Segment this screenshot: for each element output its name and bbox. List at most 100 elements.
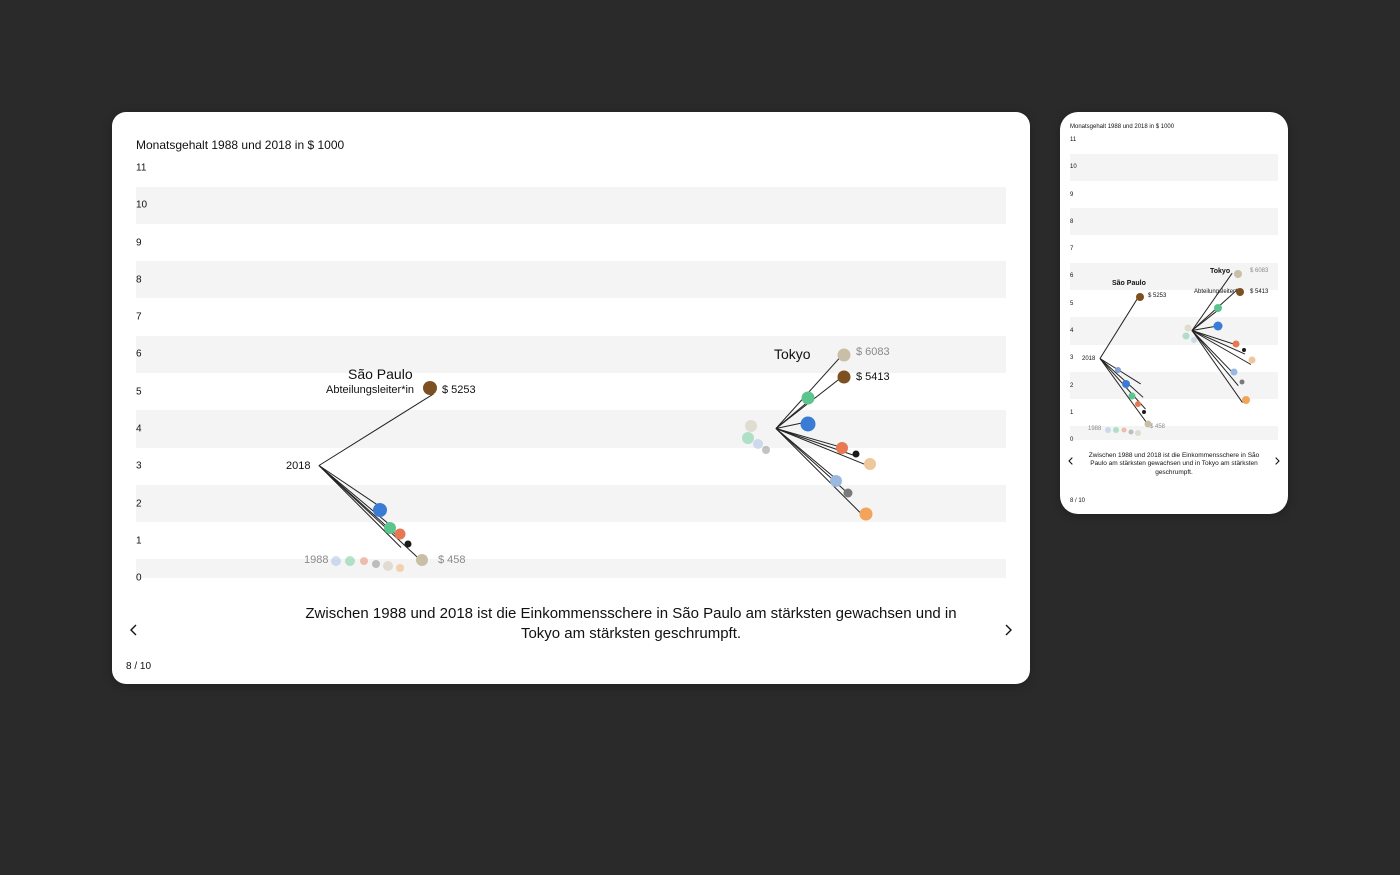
y-tick: 11	[136, 163, 146, 174]
city-label-tk-mobile: Tokyo	[1210, 268, 1230, 275]
tk-dot-orange	[860, 508, 873, 521]
sp-dot-abteilungsleiter	[423, 381, 437, 395]
tk-dot-red	[836, 442, 848, 454]
tk-dot-peach	[864, 458, 876, 470]
sp-dot-black	[405, 541, 412, 548]
val-tk-next-mobile: $ 5413	[1250, 289, 1268, 295]
prev-button[interactable]	[122, 618, 146, 642]
chevron-right-icon	[1002, 624, 1014, 636]
sp-dot-m	[1135, 401, 1141, 407]
prev-button-mobile[interactable]	[1064, 454, 1078, 468]
tk-dot-m	[1231, 369, 1238, 376]
tk-dot-lblue	[830, 475, 842, 487]
chart-caption: Zwischen 1988 und 2018 ist die Einkommen…	[292, 604, 970, 645]
chart-title: Monatsgehalt 1988 und 2018 in $ 1000	[136, 138, 344, 152]
desktop-preview: Monatsgehalt 1988 und 2018 in $ 1000 11 …	[112, 112, 1030, 684]
tk-dot-1988-m	[1191, 337, 1197, 343]
sp-dot-1988	[372, 560, 380, 568]
chart-title-mobile: Monatsgehalt 1988 und 2018 in $ 1000	[1070, 124, 1174, 130]
sp-dot-1988	[360, 557, 368, 565]
val-sp-mobile: $ 5253	[1148, 293, 1166, 299]
value-label-tokyo-next: $ 5413	[856, 371, 890, 383]
sp-dot-m	[1122, 380, 1130, 388]
y-tick: 9	[136, 237, 142, 248]
tk-dot-m	[1233, 341, 1240, 348]
tk-dot-top	[838, 349, 851, 362]
tk-dot-m	[1240, 380, 1245, 385]
sp-dot-1988-m	[1122, 428, 1127, 433]
y-tick: 10	[1070, 164, 1077, 170]
tk-dot-1988-m	[1185, 325, 1192, 332]
grid-stripe	[136, 485, 1006, 522]
sp-dot-1988-m	[1129, 430, 1134, 435]
grid-stripe	[1070, 154, 1278, 181]
sp-dot-m	[1145, 421, 1152, 428]
y-tick: 9	[1070, 192, 1073, 198]
year-label-2018-mobile: 2018	[1082, 356, 1095, 362]
y-tick: 2	[1070, 383, 1073, 389]
chevron-left-icon	[1067, 457, 1075, 465]
city-label-sp-mobile: São Paulo	[1112, 280, 1146, 287]
sp-dot-1988	[345, 556, 355, 566]
tk-dot-m	[1214, 304, 1222, 312]
pager-label: 8 / 10	[126, 661, 151, 672]
tk-dot-m	[1234, 270, 1242, 278]
y-tick: 2	[136, 498, 142, 509]
year-label-1988: 1988	[304, 554, 328, 566]
y-tick: 1	[1070, 410, 1073, 416]
sp-dot-blue	[373, 503, 387, 517]
tk-dot-grey	[844, 489, 853, 498]
chart-area-mobile: 11 10 9 8 7 6 5 4 3 2 1 0 2018 1988 São …	[1070, 140, 1278, 440]
y-tick: 4	[1070, 328, 1073, 334]
grid-stripe	[136, 261, 1006, 298]
grid-stripe	[1070, 372, 1278, 399]
y-tick: 11	[1070, 137, 1076, 143]
next-button-mobile[interactable]	[1270, 454, 1284, 468]
sp-dot-red	[395, 529, 406, 540]
sp-dot-1988-m	[1105, 427, 1111, 433]
y-tick: 0	[136, 573, 142, 584]
chart-area-desktop: 11 10 9 8 7 6 5 4 3 2 1 0 2018 1988 São …	[136, 168, 1006, 578]
chart-caption-mobile: Zwischen 1988 und 2018 ist die Einkommen…	[1082, 452, 1266, 477]
y-tick: 3	[136, 461, 142, 472]
city-label-tokyo: Tokyo	[774, 346, 811, 362]
grid-stripe	[136, 559, 1006, 578]
y-tick: 4	[136, 423, 142, 434]
y-tick: 5	[136, 386, 142, 397]
sp-dot-1988	[331, 556, 341, 566]
tk-dot-m	[1242, 348, 1246, 352]
pager-label-mobile: 8 / 10	[1070, 498, 1085, 504]
city-label-sao-paulo: São Paulo	[348, 366, 413, 382]
tk-dot-brown	[838, 371, 851, 384]
sp-dot-m	[1136, 293, 1144, 301]
tk-dot-m	[1214, 322, 1223, 331]
y-tick: 7	[1070, 246, 1073, 252]
value-label-sp-top: $ 5253	[442, 384, 476, 396]
sp-dot-m	[1129, 393, 1136, 400]
value-label-sp-low: $ 458	[438, 554, 466, 566]
tk-dot-1988-m	[1183, 333, 1190, 340]
grid-stripe	[136, 410, 1006, 447]
value-label-tokyo-top: $ 6083	[856, 346, 890, 358]
y-tick: 6	[136, 349, 142, 360]
sp-dot-1988	[383, 561, 393, 571]
tk-dot-m	[1236, 288, 1244, 296]
sp-dot-1988-m	[1135, 430, 1141, 436]
y-tick: 8	[136, 274, 142, 285]
next-button[interactable]	[996, 618, 1020, 642]
sp-dot-m	[1142, 410, 1146, 414]
tk-dot-black	[853, 451, 860, 458]
y-tick: 8	[1070, 219, 1073, 225]
tokyo-dot-1988	[745, 420, 757, 432]
sp-dot-1988	[396, 564, 404, 572]
grid-stripe	[1070, 208, 1278, 235]
year-label-2018: 2018	[286, 460, 310, 472]
y-tick: 0	[1070, 437, 1073, 443]
val-tk-top-mobile: $ 6083	[1250, 268, 1268, 274]
tk-dot-green	[802, 392, 815, 405]
y-tick: 7	[136, 312, 142, 323]
tokyo-dot-1988	[762, 446, 770, 454]
year-label-1988-mobile: 1988	[1088, 426, 1101, 432]
val-sp-low-mobile: $ 458	[1150, 424, 1165, 430]
chevron-left-icon	[128, 624, 140, 636]
